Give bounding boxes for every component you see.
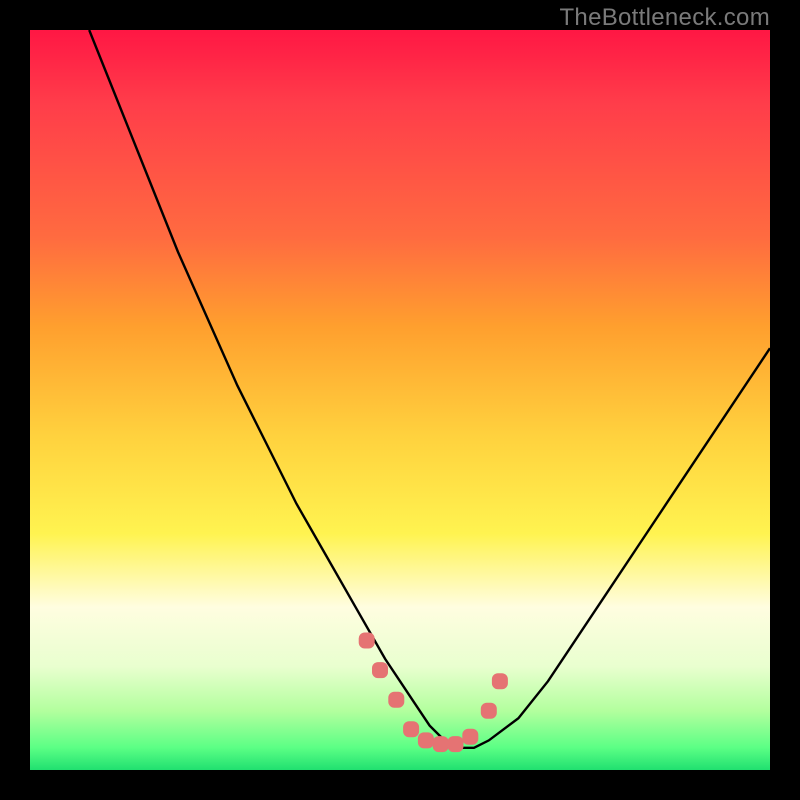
marker-dot xyxy=(372,662,388,678)
marker-dot xyxy=(388,692,404,708)
curve-layer xyxy=(30,30,770,770)
marker-dot xyxy=(481,703,497,719)
marker-dot xyxy=(492,673,508,689)
marker-dot xyxy=(359,633,375,649)
marker-dot xyxy=(448,736,464,752)
marker-dot xyxy=(403,721,419,737)
bottleneck-curve xyxy=(89,30,770,748)
marker-dot xyxy=(433,736,449,752)
chart-frame: TheBottleneck.com xyxy=(0,0,800,800)
marker-dot xyxy=(462,729,478,745)
marker-dot xyxy=(418,732,434,748)
plot-area xyxy=(30,30,770,770)
watermark-text: TheBottleneck.com xyxy=(559,4,770,32)
